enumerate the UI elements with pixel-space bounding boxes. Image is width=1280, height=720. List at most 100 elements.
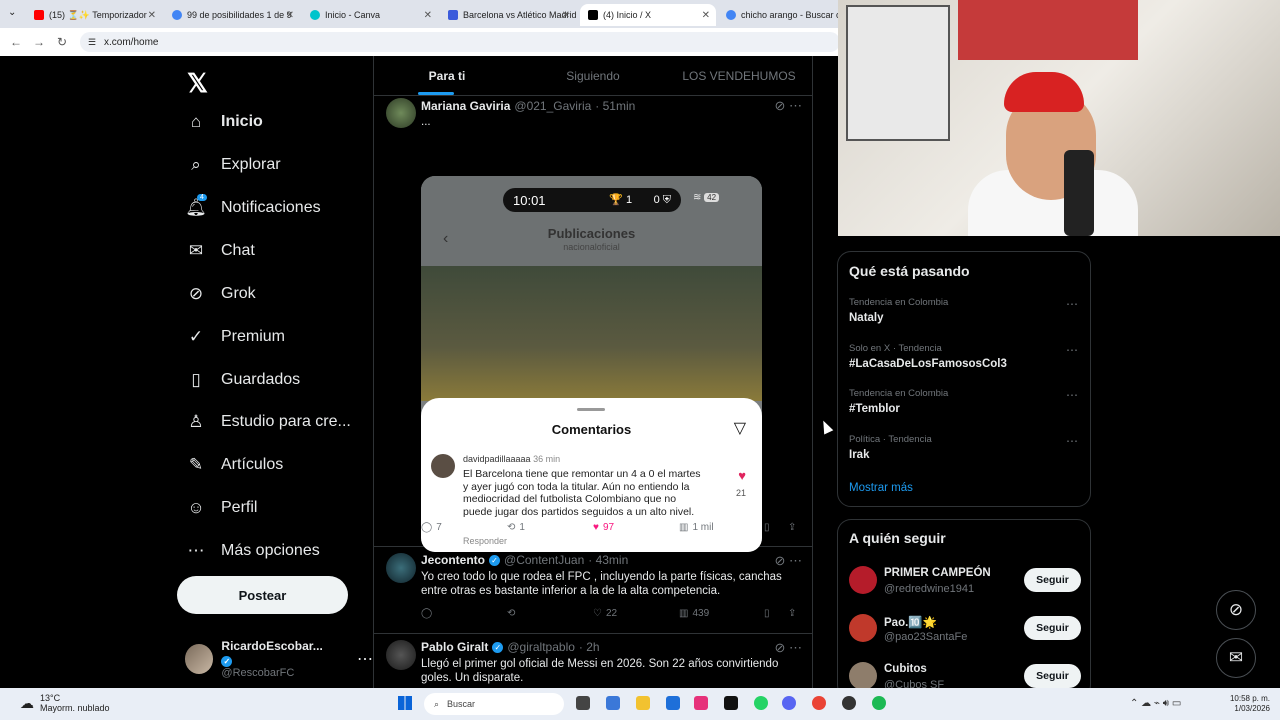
- file-explorer-icon[interactable]: [636, 696, 650, 710]
- sidebar-item-perfil[interactable]: ☺ Perfil: [185, 488, 257, 528]
- repost-button[interactable]: ⟲: [507, 608, 519, 619]
- tweet[interactable]: Jecontento ✓ @ContentJuan · 43min ⊘ ⋯ Yo cr…: [374, 547, 812, 634]
- browser-tab-6[interactable]: chicho arango - Buscar con Google: [718, 4, 838, 26]
- close-icon[interactable]: ✕: [702, 10, 710, 21]
- trend-item[interactable]: Solo en X · Tendencia #LaCasaDeLosFamosos…: [849, 343, 1007, 370]
- comment-username: davidpadillaaaaa: [463, 454, 531, 464]
- follow-suggestion[interactable]: PRIMER CAMPEÓN @redredwine1941 Seguir: [849, 562, 1081, 602]
- views-button[interactable]: ▥ 1 mil: [679, 522, 714, 533]
- tab-los-vendehumos[interactable]: LOS VENDEHUMOS: [666, 56, 812, 95]
- site-info-icon[interactable]: ☰: [88, 37, 96, 48]
- whatsapp-icon[interactable]: [754, 696, 768, 710]
- avatar[interactable]: [386, 640, 416, 670]
- more-icon[interactable]: ⋯: [1066, 434, 1078, 448]
- tweet-time[interactable]: · 43min: [588, 553, 628, 567]
- author-name[interactable]: Pablo Giralt: [421, 640, 488, 654]
- more-icon[interactable]: ⋯: [1066, 343, 1078, 357]
- browser-tab-5[interactable]: (4) Inicio / X ✕: [580, 4, 716, 26]
- tweet[interactable]: Pablo Giralt ✓ @giraltpablo · 2h ⊘ ⋯ Llegó …: [374, 634, 812, 688]
- sidebar-item-explorar[interactable]: ⌕ Explorar: [185, 145, 280, 185]
- grok-floating-button[interactable]: ⊘: [1216, 590, 1256, 630]
- more-icon[interactable]: ⋯: [1066, 297, 1078, 311]
- task-view-icon[interactable]: [576, 696, 590, 710]
- tab-siguiendo[interactable]: Siguiendo: [520, 56, 666, 95]
- follow-suggestion[interactable]: Pao.🔟🌟 @pao23SantaFe Seguir: [849, 610, 1081, 650]
- avatar[interactable]: [849, 566, 877, 594]
- tiktok-icon[interactable]: [724, 696, 738, 710]
- forward-icon[interactable]: →: [33, 35, 45, 49]
- close-icon[interactable]: ✕: [562, 10, 570, 21]
- back-icon[interactable]: ←: [10, 35, 22, 49]
- system-tray-icons[interactable]: ⌃ ☁ ⌁ 🔊︎ ▭: [1130, 698, 1181, 709]
- store-icon[interactable]: [666, 696, 680, 710]
- spotify-icon[interactable]: [872, 696, 886, 710]
- avatar[interactable]: [386, 98, 416, 128]
- messages-floating-button[interactable]: ✉: [1216, 638, 1256, 678]
- more-icon[interactable]: ⋯: [1066, 388, 1078, 402]
- like-button[interactable]: ♡ 22: [593, 608, 617, 619]
- reload-icon[interactable]: ↻: [57, 35, 67, 49]
- more-icon[interactable]: ⊘ ⋯: [774, 98, 802, 114]
- sidebar-item-inicio[interactable]: ⌂ Inicio: [185, 102, 263, 142]
- app-icon[interactable]: [694, 696, 708, 710]
- tab-para-ti[interactable]: Para ti: [374, 56, 520, 95]
- follow-button[interactable]: Seguir: [1024, 616, 1081, 640]
- avatar[interactable]: [386, 553, 416, 583]
- more-icon[interactable]: ⊘ ⋯: [774, 640, 802, 656]
- widgets-icon[interactable]: [606, 696, 620, 710]
- x-logo-icon[interactable]: 𝕏: [187, 68, 208, 99]
- bookmark-button[interactable]: ▯: [764, 522, 770, 533]
- sidebar-item-estudio[interactable]: ♙ Estudio para cre...: [185, 402, 350, 442]
- sidebar-item-chat[interactable]: ✉ Chat: [185, 231, 255, 271]
- trend-item[interactable]: Tendencia en Colombia Nataly: [849, 297, 948, 324]
- weather-widget[interactable]: ☁ 13°C Mayorm. nublado: [20, 693, 110, 713]
- browser-tab-2[interactable]: 99 de posibilidades 1 de 9 ✕: [164, 4, 300, 26]
- show-more-link[interactable]: Mostrar más: [849, 482, 913, 494]
- sidebar-item-premium[interactable]: ✓ Premium: [185, 317, 285, 357]
- trend-item[interactable]: Tendencia en Colombia #Temblor: [849, 388, 948, 415]
- repost-button[interactable]: ⟲ 1: [507, 522, 525, 533]
- clock[interactable]: 10:58 p. m. 1/03/2026: [1230, 694, 1270, 714]
- author-name[interactable]: Jecontento: [421, 553, 485, 567]
- reply-button[interactable]: ◯ 7: [421, 522, 442, 533]
- sidebar-item-mas-opciones[interactable]: ⋯ Más opciones: [185, 531, 320, 571]
- close-icon[interactable]: ✕: [424, 10, 432, 21]
- follow-button[interactable]: Seguir: [1024, 568, 1081, 592]
- discord-icon[interactable]: [782, 696, 796, 710]
- tweet-media-image[interactable]: 10:01 🏆 1 0 ⛨ ≋ 42 ‹ Publicaciones nacio…: [421, 176, 762, 552]
- sidebar-item-guardados[interactable]: ▯ Guardados: [185, 360, 300, 400]
- avatar[interactable]: [849, 614, 877, 642]
- close-icon[interactable]: ✕: [148, 10, 156, 21]
- browser-tab-4[interactable]: Barcelona vs Atlético Madrid ✕: [440, 4, 576, 26]
- browser-tab-3[interactable]: Inicio - Canva ✕: [302, 4, 438, 26]
- share-button[interactable]: ⇪: [788, 522, 796, 533]
- url-bar[interactable]: ☰ x.com/home: [80, 32, 840, 52]
- tweet-time[interactable]: · 2h: [579, 640, 600, 654]
- browser-tab-1[interactable]: (15) ⏳✨ Temporizador ✕: [26, 4, 162, 26]
- bookmark-button[interactable]: ▯: [764, 608, 770, 619]
- author-name[interactable]: Mariana Gaviria: [421, 99, 510, 113]
- more-icon[interactable]: ⋯: [357, 649, 373, 669]
- account-switcher[interactable]: RicardoEscobar... ✓ @RescobarFC ⋯: [185, 639, 373, 679]
- tab-list-button[interactable]: ⌄: [8, 7, 16, 18]
- sidebar-item-articulos[interactable]: ✎ Artículos: [185, 445, 283, 485]
- obs-icon[interactable]: [842, 696, 856, 710]
- trend-item[interactable]: Política · Tendencia Irak: [849, 434, 932, 461]
- tweet-time[interactable]: · 51min: [595, 99, 635, 113]
- chrome-icon[interactable]: [812, 696, 826, 710]
- sidebar-item-notificaciones[interactable]: 🔔︎ 4 Notificaciones: [185, 188, 321, 228]
- sidebar-item-grok[interactable]: ⊘ Grok: [185, 274, 256, 314]
- tweet[interactable]: Mariana Gaviria @021_Gaviria · 51min ⊘ ⋯ .…: [374, 96, 812, 552]
- follow-button[interactable]: Seguir: [1024, 664, 1081, 688]
- windows-start-icon[interactable]: [398, 696, 412, 710]
- avatar[interactable]: [849, 662, 877, 690]
- views-button[interactable]: ▥ 439: [679, 608, 709, 619]
- share-button[interactable]: ⇪: [788, 608, 796, 619]
- post-button[interactable]: Postear: [177, 576, 348, 614]
- like-button[interactable]: ♥ 97: [593, 522, 614, 533]
- left-sidebar: 𝕏 ⌂ Inicio ⌕ Explorar 🔔︎ 4 Notificaciones ✉ C…: [175, 56, 373, 688]
- more-icon[interactable]: ⊘ ⋯: [774, 553, 802, 569]
- taskbar-search[interactable]: ⌕ Buscar: [424, 693, 564, 715]
- close-icon[interactable]: ✕: [286, 10, 294, 21]
- reply-button[interactable]: ◯: [421, 608, 436, 619]
